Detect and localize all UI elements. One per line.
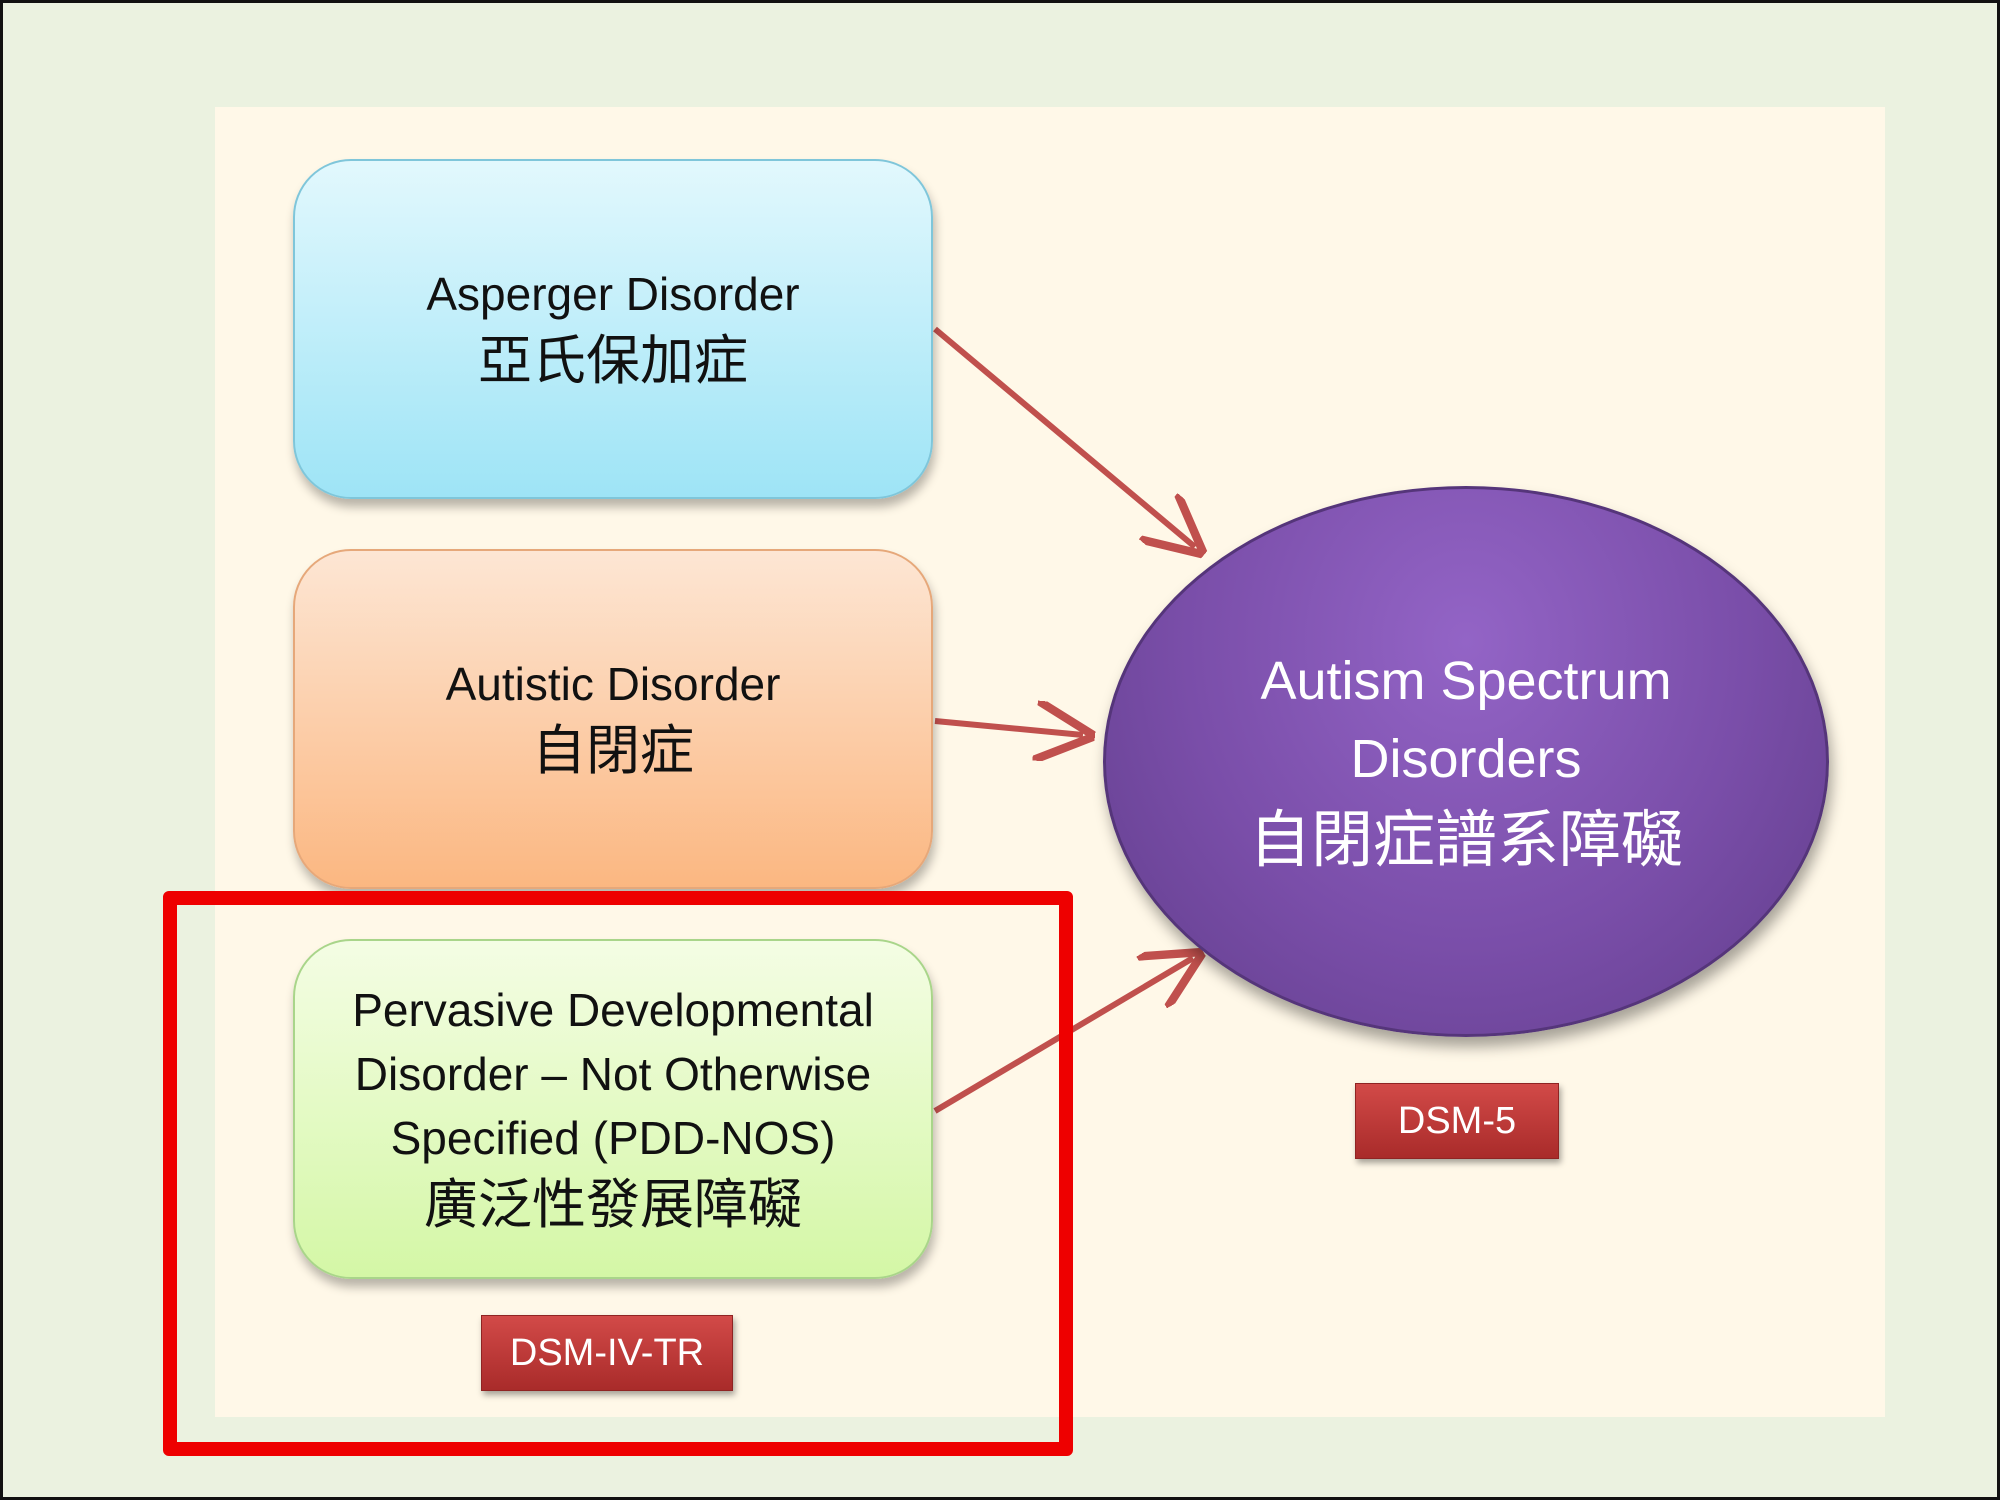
asperger-disorder-box: Asperger Disorder 亞氏保加症 bbox=[293, 159, 933, 499]
dsm5-tag: DSM-5 bbox=[1355, 1083, 1559, 1159]
autistic-label-zh: 自閉症 bbox=[532, 719, 694, 782]
highlight-frame bbox=[163, 891, 1073, 1456]
arrow-asperger-to-asd bbox=[933, 326, 1195, 547]
asperger-label-en: Asperger Disorder bbox=[426, 268, 800, 320]
autistic-disorder-box: Autistic Disorder 自閉症 bbox=[293, 549, 933, 889]
asd-label-zh: 自閉症譜系障礙 bbox=[1248, 802, 1683, 876]
autism-spectrum-disorders-ellipse: Autism Spectrum Disorders 自閉症譜系障礙 bbox=[1103, 486, 1829, 1037]
asperger-label-zh: 亞氏保加症 bbox=[478, 329, 748, 392]
autistic-label-en: Autistic Disorder bbox=[445, 658, 781, 710]
slide: Asperger Disorder 亞氏保加症 Autistic Disorde… bbox=[0, 0, 2000, 1500]
asd-label-line2: Disorders bbox=[1350, 728, 1582, 789]
asd-label-line1: Autism Spectrum bbox=[1260, 650, 1672, 711]
arrow-autistic-to-asd bbox=[934, 721, 1083, 735]
